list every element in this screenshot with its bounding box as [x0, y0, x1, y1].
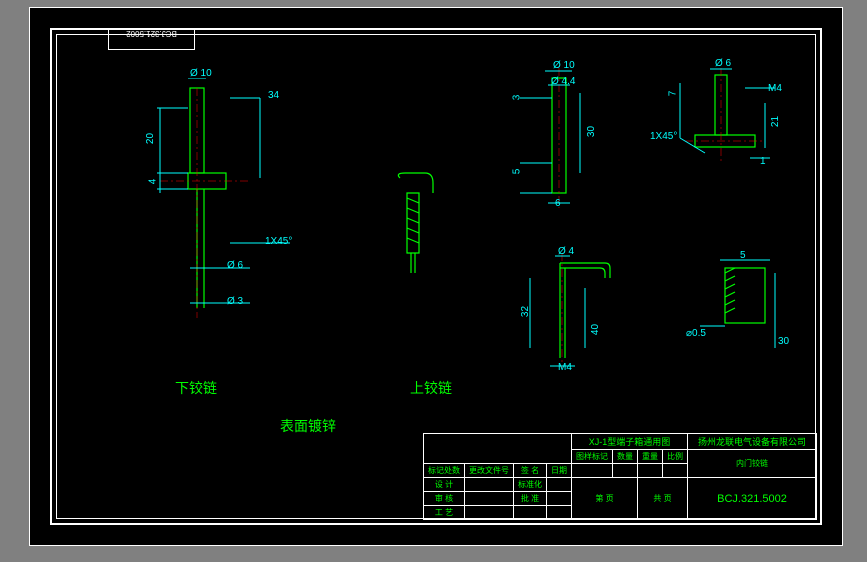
- dim-d3: Ø 3: [227, 296, 243, 307]
- view-bent-pin: [490, 248, 640, 398]
- view-spring-pictorial: [385, 168, 445, 298]
- dim-d6: Ø 6: [227, 260, 243, 271]
- tb-r3a: 审 核: [424, 492, 465, 506]
- tb-dwgno: BCJ.321.5002: [688, 478, 817, 520]
- tb-r2a: 设 计: [424, 478, 465, 492]
- tb-b1: 第 页: [572, 478, 638, 520]
- dim-d4_4: Ø 4.4: [551, 76, 575, 87]
- dim-m4b: M4: [768, 83, 782, 94]
- dim-chamfer2: 1X45°: [650, 131, 677, 142]
- dim-chamfer1: 1X45°: [265, 236, 292, 247]
- tb-partname: 内门铰链: [688, 450, 817, 478]
- tb-project: XJ-1型端子箱通用图: [572, 434, 688, 450]
- tb-company: 扬州龙联电气设备有限公司: [688, 434, 817, 450]
- dim-7: 7: [667, 91, 678, 97]
- tb-h2: 数量: [613, 450, 638, 464]
- cad-viewport[interactable]: BCJ.321.5002 Ø 10 34 20 4 1X45° Ø 6 Ø 3: [0, 0, 867, 562]
- dim-d6b: Ø 6: [715, 58, 731, 69]
- dim-30: 30: [586, 126, 597, 137]
- label-lower-hinge: 下铰链: [175, 378, 217, 398]
- tb-r1c1: 标记处数: [424, 464, 465, 478]
- label-upper-hinge: 上铰链: [410, 378, 452, 398]
- dim-30b: 30: [778, 336, 789, 347]
- tb-h4: 比例: [663, 450, 688, 464]
- dim-d4: Ø 4: [558, 246, 574, 257]
- dim-1: 1: [760, 156, 766, 167]
- dim-4: 4: [147, 179, 158, 185]
- tb-r3b: 批 准: [514, 492, 547, 506]
- tb-b2: 共 页: [638, 478, 688, 520]
- dim-6: 6: [555, 198, 561, 209]
- title-block: XJ-1型端子箱通用图 扬州龙联电气设备有限公司 图样标记 数量 重量 比例 内…: [423, 433, 817, 520]
- dim-32: 32: [520, 306, 531, 317]
- tb-h3: 重量: [638, 450, 663, 464]
- dim-21: 21: [770, 116, 781, 127]
- tb-r4a: 工 艺: [424, 506, 465, 520]
- view-thread: [670, 248, 810, 378]
- drawing-canvas[interactable]: BCJ.321.5002 Ø 10 34 20 4 1X45° Ø 6 Ø 3: [29, 7, 843, 546]
- dim-40: 40: [590, 324, 601, 335]
- dim-slot: ⌀0.5: [686, 328, 706, 339]
- dim-d10b: Ø 10: [553, 60, 575, 71]
- dim-3: 3: [511, 95, 522, 101]
- dim-20: 20: [145, 133, 156, 144]
- tb-r1c4: 日期: [547, 464, 572, 478]
- tb-r1c3: 签 名: [514, 464, 547, 478]
- label-surface-finish: 表面镀锌: [280, 416, 336, 436]
- dim-34: 34: [268, 90, 279, 101]
- dim-5: 5: [511, 169, 522, 175]
- tb-h1: 图样标记: [572, 450, 613, 464]
- dim-d10: Ø 10: [190, 68, 212, 79]
- view-bracket: [655, 63, 805, 213]
- tb-r2b: 标准化: [514, 478, 547, 492]
- tb-r1c2: 更改文件号: [465, 464, 514, 478]
- dim-m4: M4: [558, 362, 572, 373]
- dim-5b: 5: [740, 250, 746, 261]
